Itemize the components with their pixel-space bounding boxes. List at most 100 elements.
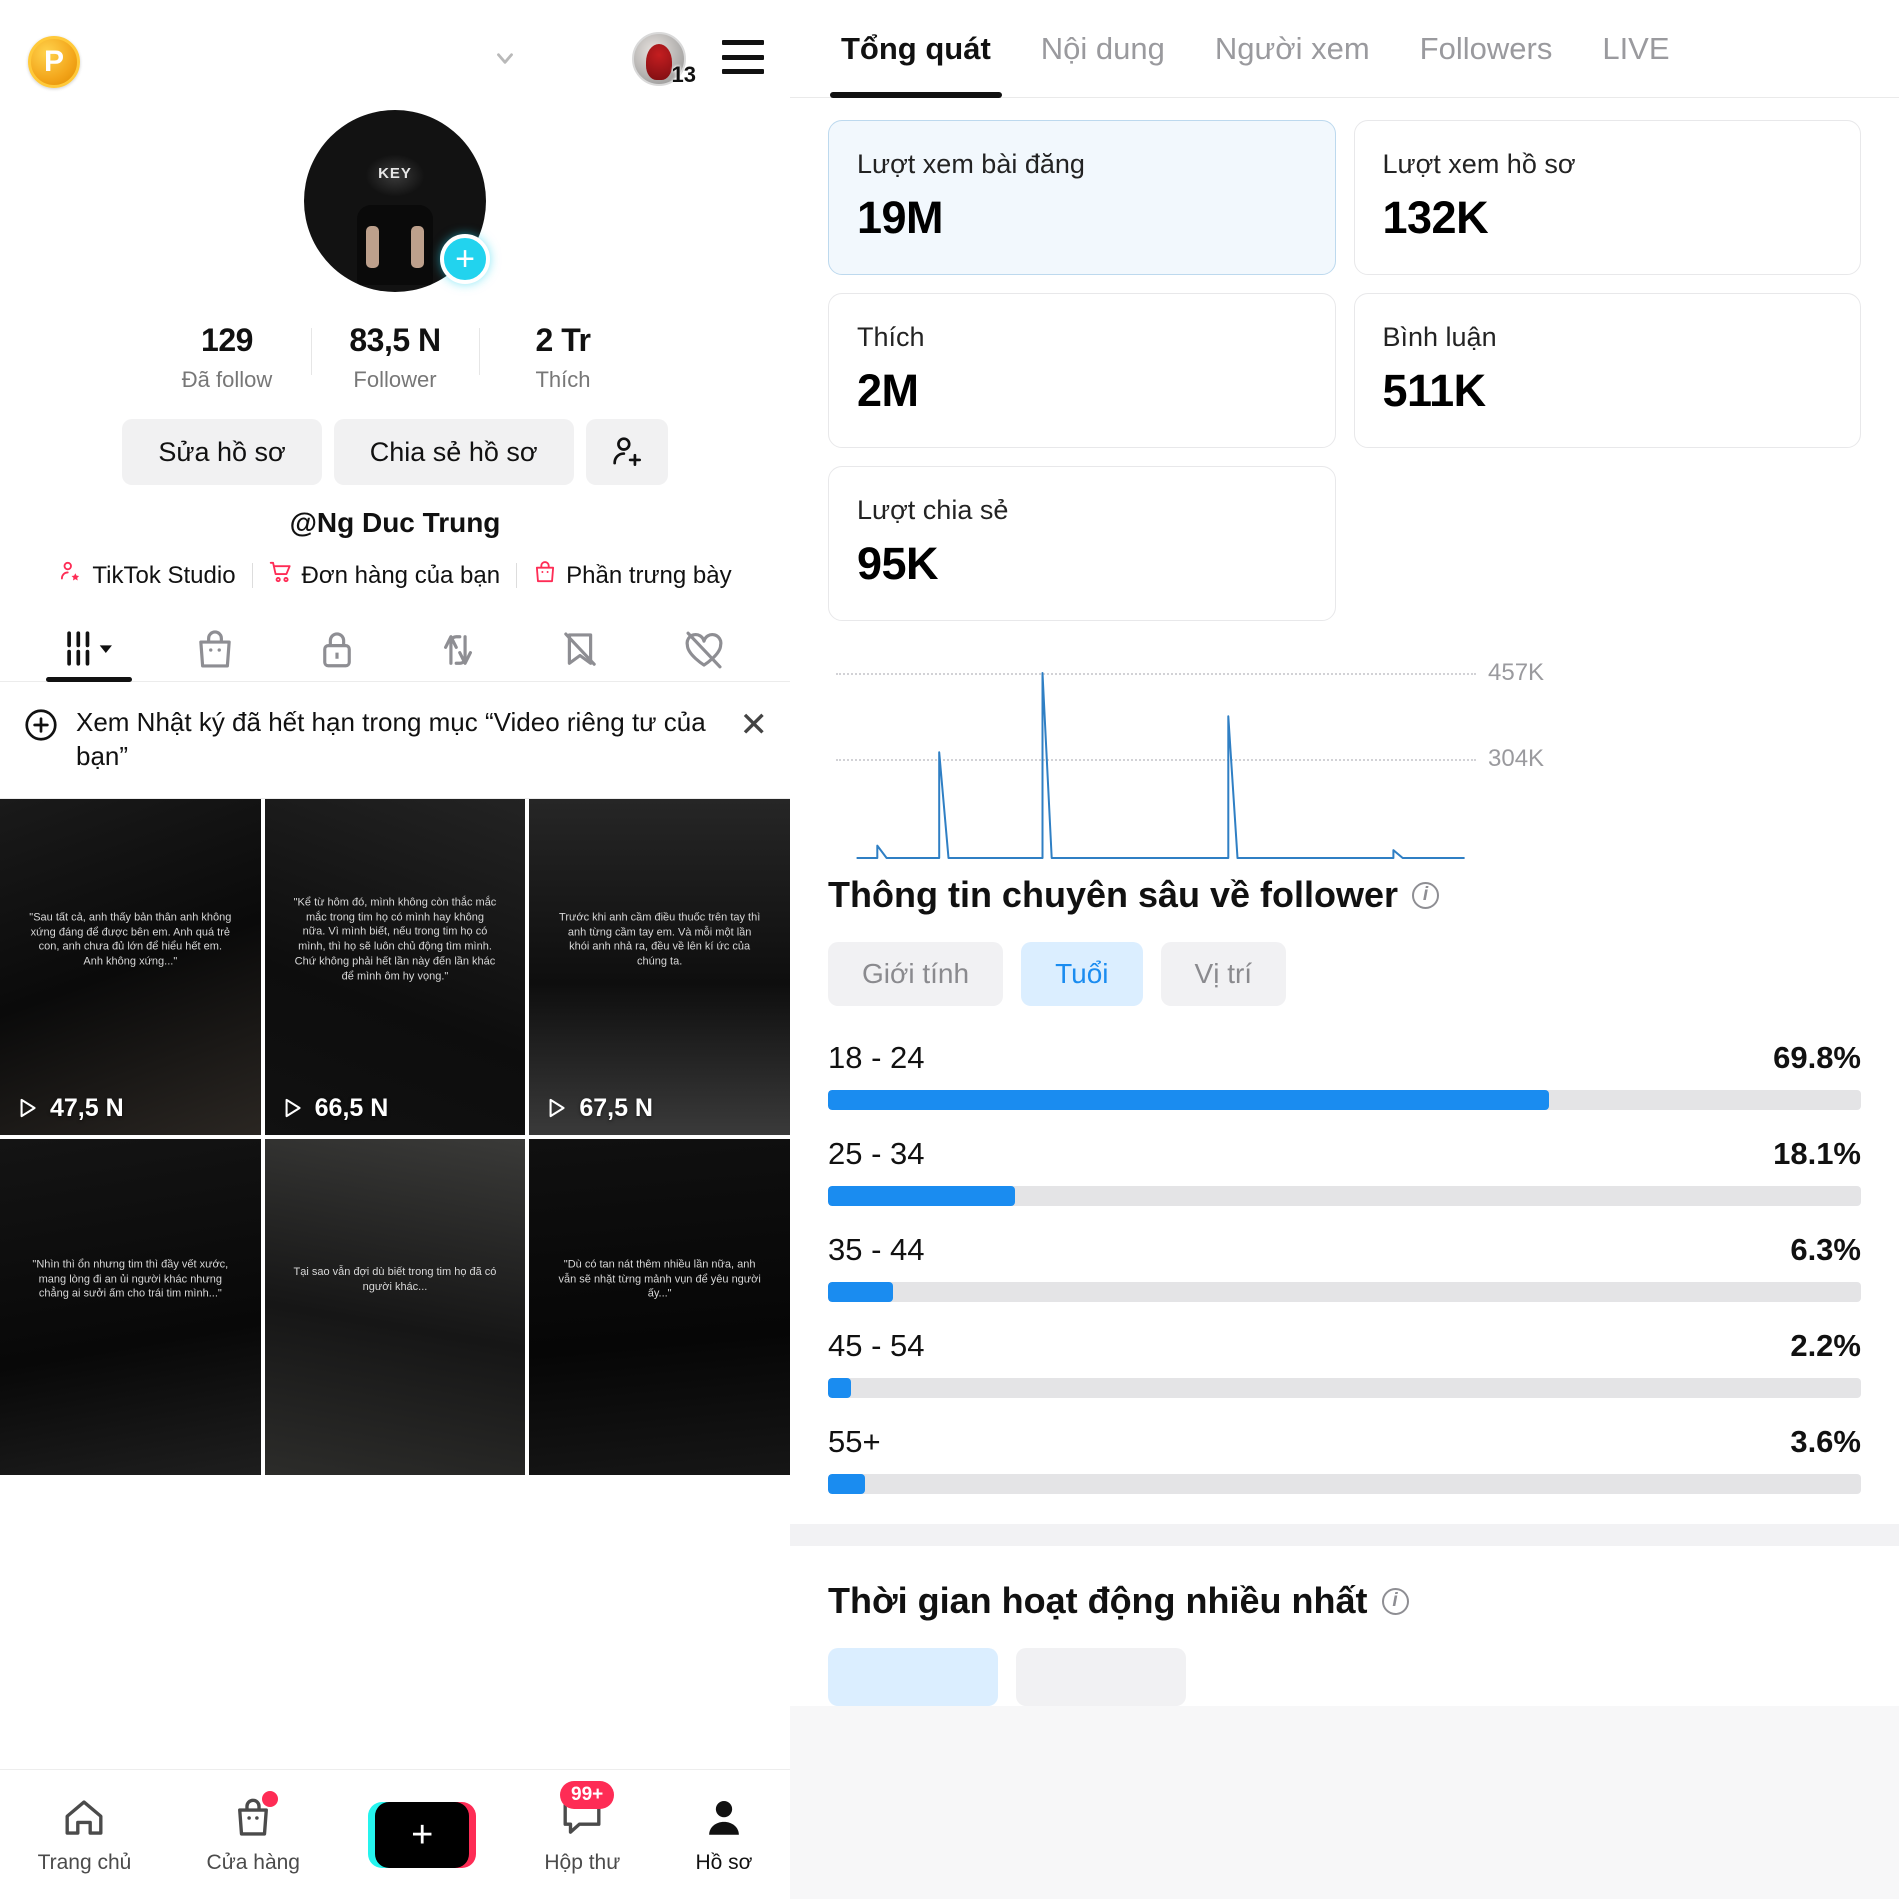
metric-card-comments[interactable]: Bình luận 511K [1353, 293, 1861, 448]
coin-badge-icon[interactable]: P [28, 36, 80, 88]
nav-home[interactable]: Trang chủ [38, 1795, 131, 1875]
age-label: 45 - 54 [828, 1328, 925, 1363]
age-row: 55+ 3.6% [828, 1424, 1861, 1494]
home-icon [65, 1799, 103, 1835]
add-person-icon[interactable] [585, 419, 668, 485]
nav-shop[interactable]: Cửa hàng [206, 1790, 300, 1875]
tab-posts[interactable] [63, 627, 115, 681]
age-row: 25 - 34 18.1% [828, 1136, 1861, 1206]
stat-following[interactable]: 129 Đã follow [143, 322, 311, 393]
edit-profile-button[interactable]: Sửa hồ sơ [122, 419, 322, 485]
shopping-cart-icon [268, 559, 294, 592]
tab-shop[interactable] [193, 627, 237, 681]
avatar-arm-right [411, 226, 425, 269]
chip-age[interactable]: Tuổi [1021, 942, 1143, 1006]
nav-profile[interactable]: Hồ sơ [695, 1795, 752, 1875]
close-icon[interactable]: ✕ [740, 706, 769, 742]
nav-label: Cửa hàng [206, 1850, 300, 1874]
tab-liked-hidden[interactable] [681, 627, 727, 681]
chip-gender[interactable]: Giới tính [828, 942, 1004, 1006]
age-bar-track [828, 1378, 1861, 1398]
link-showcase[interactable]: Phần trưng bày [516, 559, 748, 592]
stat-label: Follower [353, 367, 437, 392]
create-plus-icon[interactable]: + [368, 1801, 477, 1868]
app-screen: P 13 KEY + 129 Đã follow 83,5 N Follower… [0, 0, 1899, 1899]
metric-card-shares[interactable]: Lượt chia sẻ 95K [828, 466, 1336, 621]
stat-followers[interactable]: 83,5 N Follower [311, 322, 479, 393]
link-label: Phần trưng bày [566, 561, 732, 589]
tab-followers[interactable]: Followers [1395, 0, 1578, 98]
video-thumbnail[interactable]: "Sau tất cả, anh thấy bản thân anh không… [0, 798, 261, 1135]
avatar-arm-left [365, 226, 379, 269]
nav-create[interactable]: + [368, 1801, 477, 1868]
live-count-badge: 13 [671, 62, 696, 87]
age-percent: 3.6% [1790, 1424, 1861, 1459]
video-thumbnail[interactable]: Tại sao vẫn đợi dù biết trong tim họ đã … [264, 1138, 526, 1475]
tab-viewers[interactable]: Người xem [1190, 0, 1395, 98]
tab-content[interactable]: Nội dung [1016, 0, 1190, 98]
info-icon[interactable]: i [1412, 881, 1440, 909]
insight-chip-group: Giới tính Tuổi Vị trí [790, 916, 1899, 1006]
tab-overview[interactable]: Tổng quát [816, 0, 1016, 98]
age-percent: 69.8% [1773, 1040, 1861, 1075]
metric-card-likes[interactable]: Thích 2M [828, 293, 1336, 448]
info-icon[interactable]: i [1381, 1587, 1409, 1615]
video-views: 66,5 N [279, 1094, 388, 1123]
metric-value: 132K [1382, 192, 1489, 243]
video-thumbnail[interactable]: "Nhìn thì ổn nhưng tim thì đầy vết xước,… [0, 1138, 261, 1475]
age-label: 35 - 44 [828, 1232, 925, 1267]
expired-diary-banner[interactable]: Xem Nhật ký đã hết hạn trong mục “Video … [0, 682, 790, 799]
age-row: 35 - 44 6.3% [828, 1232, 1861, 1302]
share-profile-button[interactable]: Chia sẻ hồ sơ [333, 419, 574, 485]
age-row: 18 - 24 69.8% [828, 1040, 1861, 1110]
age-percent: 18.1% [1773, 1136, 1861, 1171]
tiktok-profile-panel: P 13 KEY + 129 Đã follow 83,5 N Follower… [0, 0, 790, 1899]
shop-links-row: TikTok Studio Đơn hàng của bạn Phần trưn… [0, 559, 790, 592]
person-star-icon [58, 559, 84, 592]
shopping-bag-icon [532, 559, 558, 592]
metric-value: 511K [1382, 365, 1487, 416]
link-your-orders[interactable]: Đơn hàng của bạn [251, 559, 517, 592]
nav-label: Hộp thư [544, 1850, 621, 1874]
video-views: 67,5 N [543, 1094, 653, 1123]
active-time-chip-2[interactable] [1016, 1648, 1186, 1706]
chip-location[interactable]: Vị trí [1160, 942, 1287, 1006]
sparkline-path [856, 672, 1465, 859]
tab-live[interactable]: LIVE [1577, 0, 1694, 98]
nav-inbox[interactable]: 99+ Hộp thư [544, 1780, 621, 1875]
age-percent: 2.2% [1790, 1328, 1861, 1363]
age-label: 18 - 24 [828, 1040, 925, 1075]
age-bar-fill [828, 1186, 1015, 1206]
video-thumbnail[interactable]: Trước khi anh cầm điều thuốc trên tay th… [529, 798, 790, 1135]
bottom-navigation: Trang chủ Cửa hàng + 99+ Hộp thư Hồ sơ [0, 1769, 790, 1899]
tab-saved-hidden[interactable] [558, 627, 602, 681]
stat-label: Đã follow [181, 367, 273, 392]
profile-handle: @Ng Duc Trung [289, 507, 501, 538]
hamburger-menu-icon[interactable] [722, 40, 764, 74]
plus-icon[interactable]: + [440, 234, 490, 284]
tab-repost[interactable] [436, 627, 480, 681]
metric-card-profile-views[interactable]: Lượt xem hồ sơ 132K [1353, 120, 1861, 275]
metric-cards: Lượt xem bài đăng 19M Lượt xem hồ sơ 132… [828, 120, 1861, 621]
video-caption: "Dù có tan nát thêm nhiều lần nữa, anh v… [558, 1258, 761, 1301]
active-time-title-text: Thời gian hoạt động nhiều nhất [828, 1580, 1368, 1621]
video-view-count: 47,5 N [50, 1093, 124, 1122]
video-caption: "Kể từ hôm đó, mình không còn thắc mắc m… [293, 896, 497, 983]
tab-private[interactable] [316, 627, 358, 681]
chevron-down-icon[interactable] [492, 45, 518, 71]
stat-likes[interactable]: 2 Tr Thích [479, 322, 647, 393]
age-bar-track [828, 1186, 1861, 1206]
avatar[interactable]: KEY + [304, 110, 490, 292]
active-time-chip-1[interactable] [828, 1648, 998, 1706]
link-tiktok-studio[interactable]: TikTok Studio [42, 559, 251, 592]
video-thumbnail[interactable]: "Dù có tan nát thêm nhiều lần nữa, anh v… [529, 1138, 790, 1475]
age-bar-track [828, 1282, 1861, 1302]
active-time-section: Thời gian hoạt động nhiều nhất i [790, 1546, 1899, 1706]
metric-value: 95K [857, 538, 939, 589]
video-caption: Tại sao vẫn đợi dù biết trong tim họ đã … [293, 1265, 497, 1293]
sparkle-plus-icon [22, 706, 60, 749]
video-grid: "Sau tất cả, anh thấy bản thân anh không… [0, 798, 790, 1475]
gridline-label-lower: 304K [1488, 745, 1545, 772]
video-thumbnail[interactable]: "Kể từ hôm đó, mình không còn thắc mắc m… [264, 798, 526, 1135]
metric-card-post-views[interactable]: Lượt xem bài đăng 19M [828, 120, 1336, 275]
